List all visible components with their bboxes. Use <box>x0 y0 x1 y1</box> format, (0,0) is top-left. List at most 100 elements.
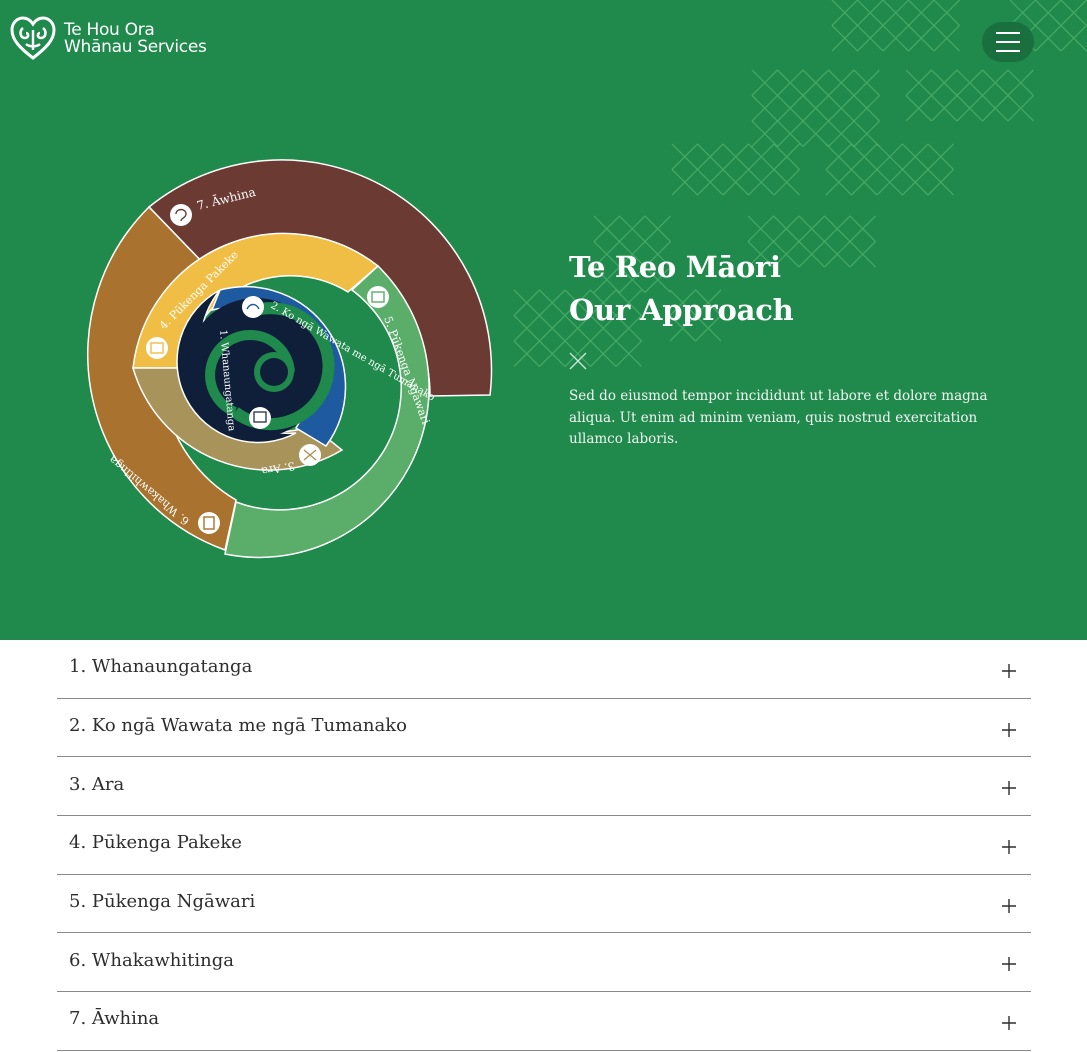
accordion-item-ara[interactable]: 3. Ara <box>57 757 1031 817</box>
pattern-cross <box>828 95 855 122</box>
pattern-cross <box>773 143 800 170</box>
pattern-cross <box>825 143 852 170</box>
accordion-item-label: 2. Ko ngā Wawata me ngā Tumanako <box>69 715 407 737</box>
pattern-cross <box>849 215 876 242</box>
pattern-cross <box>933 25 960 52</box>
people-icon <box>249 407 271 429</box>
accordion-item-wawata[interactable]: 2. Ko ngā Wawata me ngā Tumanako <box>57 699 1031 758</box>
accordion-item-label: 7. Āwhina <box>69 1008 160 1030</box>
hamburger-icon <box>996 32 1020 34</box>
accordion-item-label: 1. Whanaungatanga <box>69 656 253 678</box>
intro-paragraph: Sed do eiusmod tempor incididunt ut labo… <box>569 388 988 447</box>
menu-button[interactable] <box>982 22 1034 62</box>
pattern-cross <box>802 120 829 147</box>
accordion-item-label: 5. Pūkenga Ngāwari <box>69 891 256 913</box>
plus-icon[interactable] <box>1001 722 1017 738</box>
pattern-cross <box>619 215 646 242</box>
pattern-cross <box>828 120 855 147</box>
pattern-cross <box>853 95 880 122</box>
pattern-cross <box>748 169 775 196</box>
pattern-cross <box>539 315 566 342</box>
plus-icon[interactable] <box>1001 780 1017 796</box>
pattern-cross <box>882 0 909 26</box>
pattern-cross <box>671 143 698 170</box>
spiral-koru-eye <box>260 358 288 386</box>
pattern-cross <box>831 0 858 26</box>
pattern-cross <box>1060 25 1087 52</box>
pattern-cross <box>825 169 852 196</box>
pattern-cross <box>798 215 825 242</box>
logo-text: Te Hou Ora Whānau Services <box>64 22 207 56</box>
pattern-cross <box>882 25 909 52</box>
plus-icon[interactable] <box>1001 898 1017 914</box>
help-icon <box>170 204 192 226</box>
plus-icon[interactable] <box>1001 839 1017 855</box>
pattern-cross <box>777 95 804 122</box>
pattern-cross <box>1035 0 1062 26</box>
pattern-cross <box>722 143 749 170</box>
pattern-cross <box>931 69 958 96</box>
pattern-cross <box>927 143 954 170</box>
hamburger-icon-bar-3 <box>996 50 1020 52</box>
pattern-cross <box>697 143 724 170</box>
pattern-cross <box>513 315 540 342</box>
pattern-cross <box>513 289 540 316</box>
accordion-item-pukenga-pakeke[interactable]: 4. Pūkenga Pakeke <box>57 816 1031 875</box>
pattern-cross <box>824 215 851 242</box>
pattern-cross <box>802 69 829 96</box>
pattern-cross <box>905 69 932 96</box>
pattern-cross <box>908 25 935 52</box>
accordion-item-whakawhitinga[interactable]: 6. Whakawhitinga <box>57 933 1031 993</box>
hamburger-icon-bar-2 <box>996 41 1020 43</box>
pattern-cross <box>857 0 884 26</box>
approach-accordion: 1. Whanaungatanga 2. Ko ngā Wawata me ng… <box>57 640 1031 1051</box>
pattern-cross <box>751 69 778 96</box>
hero-section: Te Hou Ora Whānau Services 7. Āwhina 4. … <box>0 0 1087 640</box>
pattern-cross <box>956 69 983 96</box>
plus-icon[interactable] <box>1001 663 1017 679</box>
pattern-cross <box>956 95 983 122</box>
accordion-item-awhina[interactable]: 7. Āwhina <box>57 992 1031 1051</box>
pattern-cross <box>751 95 778 122</box>
pattern-cross <box>905 95 932 122</box>
book-icon <box>367 286 389 308</box>
pattern-cross <box>982 95 1009 122</box>
pattern-cross <box>902 143 929 170</box>
page-subtitle: Our Approach <box>569 293 794 327</box>
pattern-cross <box>857 25 884 52</box>
pattern-cross <box>851 169 878 196</box>
pattern-cross <box>539 340 566 367</box>
pattern-cross <box>777 69 804 96</box>
cross-divider-icon <box>569 352 587 370</box>
pattern-cross <box>1007 69 1034 96</box>
pattern-cross <box>1007 95 1034 122</box>
pattern-cross <box>1060 0 1087 26</box>
pattern-cross <box>777 120 804 147</box>
pattern-cross <box>828 69 855 96</box>
accordion-item-label: 4. Pūkenga Pakeke <box>69 832 242 854</box>
accordion-item-label: 3. Ara <box>69 773 125 795</box>
pattern-cross <box>697 169 724 196</box>
accordion-item-label: 6. Whakawhitinga <box>69 949 234 971</box>
pattern-cross <box>802 95 829 122</box>
hand-icon <box>242 296 264 318</box>
pattern-cross <box>831 25 858 52</box>
path-icon <box>299 444 321 466</box>
pattern-cross <box>982 69 1009 96</box>
pattern-cross <box>876 169 903 196</box>
logo-line-2: Whānau Services <box>64 37 207 57</box>
logo[interactable]: Te Hou Ora Whānau Services <box>10 16 207 62</box>
pattern-cross <box>539 289 566 316</box>
page-title: Te Reo Māori <box>569 250 781 284</box>
pattern-cross <box>933 0 960 26</box>
pattern-cross <box>773 169 800 196</box>
intro-block: Te Reo Māori Our Approach Sed do eiusmod… <box>569 248 1009 451</box>
accordion-item-whanaungatanga[interactable]: 1. Whanaungatanga <box>57 640 1031 699</box>
pattern-cross <box>902 169 929 196</box>
plus-icon[interactable] <box>1001 1015 1017 1031</box>
accordion-item-pukenga-ngawari[interactable]: 5. Pūkenga Ngāwari <box>57 875 1031 934</box>
door-icon <box>198 512 220 534</box>
plus-icon[interactable] <box>1001 956 1017 972</box>
pattern-cross <box>644 215 671 242</box>
heart-logo-icon <box>10 16 56 60</box>
